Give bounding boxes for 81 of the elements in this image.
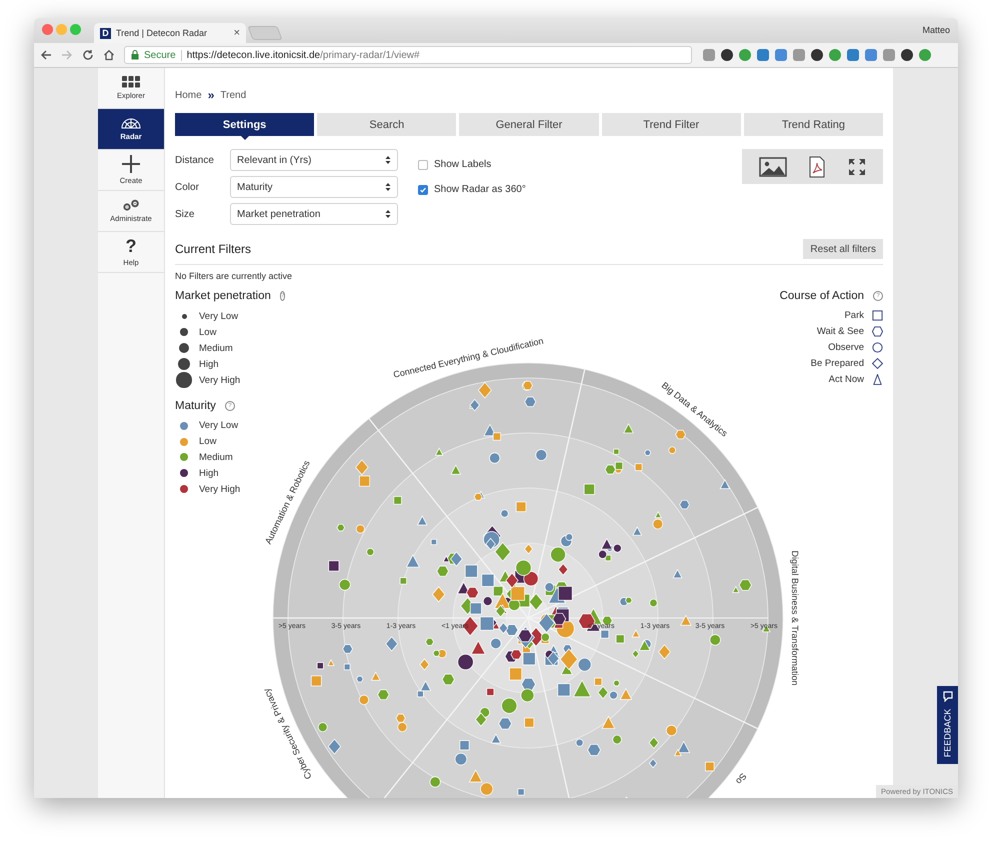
select-field[interactable]: Relevant in (Yrs) — [230, 149, 398, 171]
fullscreen-icon[interactable] — [848, 158, 866, 176]
select-caret-icon — [385, 155, 391, 165]
legend-label: Very High — [199, 484, 240, 495]
close-window-icon[interactable] — [42, 24, 53, 35]
checkbox[interactable] — [418, 160, 428, 170]
field-label: Distance — [175, 154, 215, 166]
extension-icon[interactable] — [721, 49, 733, 61]
checkbox-label: Show Radar as 360° — [434, 184, 526, 195]
field-label: Color — [175, 182, 200, 192]
browser-tab[interactable]: D Trend | Detecon Radar × — [94, 23, 246, 43]
select-field[interactable]: Maturity — [230, 176, 398, 198]
legend-label: Wait & See — [816, 326, 864, 338]
size-dot-icon — [176, 372, 192, 388]
lock-icon — [131, 50, 139, 60]
legend-title: Market penetration — [175, 290, 271, 302]
tab[interactable]: Trend Rating — [744, 113, 884, 136]
plus-icon — [122, 155, 140, 173]
square-icon — [872, 310, 883, 322]
gears-icon — [121, 199, 141, 211]
field-label: Size — [175, 208, 196, 220]
select-caret-icon — [385, 182, 391, 192]
legend-label: Low — [199, 436, 216, 448]
tab[interactable]: General Filter — [459, 113, 599, 136]
address-field[interactable]: Secure https://detecon.live.itonicsit.de/primary-radar/1/view# — [124, 46, 692, 64]
help-icon: ? — [126, 237, 136, 255]
legend-label: Low — [199, 326, 216, 338]
breadcrumb-current: Trend — [220, 90, 246, 100]
speech-bubble-icon — [942, 690, 954, 702]
legend-label: Very Low — [199, 310, 238, 322]
select-caret-icon — [385, 209, 391, 219]
legend-title: Maturity — [175, 400, 216, 412]
reset-filters-button[interactable]: Reset all filters — [803, 239, 883, 259]
triangle-icon — [872, 374, 883, 385]
tab[interactable]: Search — [317, 113, 456, 136]
size-dot-icon — [178, 342, 190, 354]
image-icon[interactable] — [759, 156, 788, 176]
breadcrumb-separator: » — [208, 88, 214, 102]
hexagon-icon — [872, 326, 883, 338]
reload-icon[interactable] — [82, 49, 94, 61]
legend-label: Observe — [828, 342, 864, 353]
size-dot-icon — [180, 328, 188, 336]
grid-icon — [122, 76, 140, 88]
sector-label: So — [734, 771, 749, 786]
favicon: D — [100, 28, 111, 38]
tab[interactable]: Trend Filter — [602, 113, 741, 136]
legend-label: Be Prepared — [810, 358, 864, 369]
url-text: https://detecon.live.itonicsit.de/primary-radar/1/view# — [186, 50, 420, 60]
size-dot-icon — [178, 358, 190, 370]
legend-title: Course of Action — [780, 290, 864, 302]
filter-message: No Filters are currently active — [175, 271, 294, 281]
secure-label: Secure — [144, 50, 176, 60]
legend-label: Medium — [199, 342, 233, 354]
zoom-window-icon[interactable] — [70, 24, 81, 35]
tab-title: Trend | Detecon Radar — [116, 28, 208, 38]
checkbox[interactable] — [418, 184, 428, 194]
size-dot-icon — [182, 314, 186, 318]
back-icon[interactable] — [40, 49, 52, 61]
legend-label: High — [199, 468, 219, 479]
circle-icon — [872, 342, 883, 353]
legend-label: Park — [844, 310, 864, 322]
breadcrumb-link[interactable]: Home — [175, 90, 202, 100]
legend-label: High — [199, 358, 219, 370]
checkbox-label: Show Labels — [434, 159, 492, 170]
section-title: Current Filters — [175, 242, 252, 256]
forward-icon[interactable] — [61, 49, 73, 61]
home-icon[interactable] — [103, 49, 115, 61]
select-field[interactable]: Market penetration — [230, 203, 398, 225]
radar-icon — [121, 117, 141, 129]
feedback-tab[interactable]: FEEDBACK — [937, 686, 958, 764]
sector-label: Digital Business & Transformation — [790, 550, 800, 686]
legend-label: Act Now — [828, 374, 864, 385]
extension-icon[interactable] — [811, 49, 823, 61]
extension-icon[interactable] — [901, 49, 913, 61]
legend-label: Medium — [199, 452, 233, 463]
close-tab-icon[interactable]: × — [234, 27, 240, 39]
legend-label: Very Low — [199, 420, 238, 432]
pdf-icon[interactable] — [809, 156, 826, 178]
diamond-icon — [872, 358, 883, 369]
profile-name[interactable]: Matteo — [922, 25, 950, 35]
legend-label: Very High — [199, 374, 240, 386]
